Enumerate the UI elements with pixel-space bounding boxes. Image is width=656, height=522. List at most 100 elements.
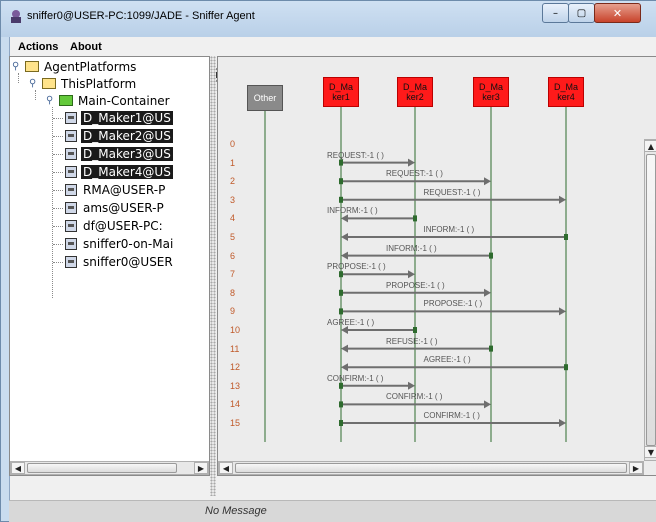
row-number: 5 <box>230 232 236 242</box>
menu-about[interactable]: About <box>70 41 102 53</box>
agent-name-line2: ker3 <box>482 92 500 102</box>
agent-name-line2: ker4 <box>557 92 575 102</box>
message-start-marker <box>339 196 343 203</box>
scroll-thumb[interactable] <box>27 463 177 473</box>
message-arrow[interactable] <box>339 270 415 279</box>
tree-node-main-container[interactable]: ⚲ Main-Container <box>46 92 172 109</box>
message-label: AGREE:-1 ( ) <box>327 318 375 327</box>
agent-name-line2: ker2 <box>406 92 424 102</box>
message-arrow[interactable] <box>341 251 493 260</box>
arrow-head <box>484 400 491 409</box>
agent-name-line1: D_Ma <box>553 82 578 92</box>
title-bar[interactable]: sniffer0@USER-PC:1099/JADE - Sniffer Age… <box>1 1 656 37</box>
tree-node-agent[interactable]: ams@USER-P <box>65 199 166 216</box>
agent-box-label: D_Ma ker1 <box>329 82 353 102</box>
arrow-head <box>559 307 566 316</box>
agent-name-line1: D_Ma <box>328 82 353 92</box>
minimize-icon: – <box>553 7 558 19</box>
tree-label: sniffer0-on-Mai <box>83 236 174 251</box>
tree-line <box>53 136 63 137</box>
row-number: 6 <box>230 250 236 261</box>
window-title: sniffer0@USER-PC:1099/JADE - Sniffer Age… <box>27 10 255 22</box>
agent-box-d_maker4[interactable]: D_Ma ker4 <box>548 77 584 107</box>
row-number: 0 <box>230 139 236 149</box>
message-start-marker <box>339 382 343 389</box>
tree-line <box>53 118 63 119</box>
message-arrow[interactable] <box>341 214 417 223</box>
message-arrow[interactable] <box>339 381 415 390</box>
row-number: 12 <box>230 362 241 373</box>
agent-box-d_maker1[interactable]: D_Ma ker1 <box>323 77 359 107</box>
message-arrow[interactable] <box>339 158 415 167</box>
tree-node-agent-platforms[interactable]: ⚲ AgentPlatforms <box>12 58 138 75</box>
maximize-button[interactable]: ▢ <box>568 3 595 23</box>
status-message: No Message <box>205 505 267 517</box>
agent-name-line1: D_Ma <box>478 82 503 92</box>
canvas-vertical-scrollbar[interactable]: ▲ ▼ <box>644 139 656 461</box>
agent-icon <box>65 201 77 214</box>
agent-icon <box>65 237 77 250</box>
sniffer-canvas-pane[interactable]: Other D_Ma ker1 D_Ma ker2 D_Ma ker3 D_Ma ker4 0 1 2… <box>217 56 656 476</box>
message-start-marker <box>489 345 493 352</box>
scroll-down-icon[interactable]: ▼ <box>644 446 656 458</box>
message-arrow[interactable] <box>339 195 566 204</box>
tree-node-agent[interactable]: sniffer0-on-Mai <box>65 235 175 252</box>
agent-name-line1: Other <box>253 93 277 103</box>
agent-box-d_maker3[interactable]: D_Ma ker3 <box>473 77 509 107</box>
folder-icon <box>42 78 56 89</box>
tree-label: RMA@USER-P <box>83 182 166 197</box>
sniffer-window: sniffer0@USER-PC:1099/JADE - Sniffer Age… <box>0 0 656 522</box>
tree-node-agent[interactable]: df@USER-PC: <box>65 217 165 234</box>
message-label: REFUSE:-1 ( ) <box>386 336 438 346</box>
tree-node-agent[interactable]: RMA@USER-P <box>65 181 167 198</box>
expander-icon[interactable]: ⚲ <box>46 95 56 106</box>
canvas-horizontal-scrollbar[interactable]: ◀ ▶ <box>218 461 644 475</box>
scroll-thumb[interactable] <box>235 463 627 473</box>
tree-node-this-platform[interactable]: ⚲ ThisPlatform <box>29 75 138 92</box>
agent-name-line2: ker1 <box>332 92 350 102</box>
expander-icon[interactable]: ⚲ <box>12 61 22 72</box>
message-label: CONFIRM:-1 ( ) <box>327 373 384 383</box>
row-number: 10 <box>230 325 241 335</box>
tree-node-agent[interactable]: D_Maker4@US <box>65 163 173 180</box>
tree-horizontal-scrollbar[interactable]: ◀ ▶ <box>10 461 209 475</box>
tree-line <box>53 208 63 209</box>
message-arrow[interactable] <box>341 363 568 372</box>
tree-node-agent[interactable]: sniffer0@USER <box>65 253 175 270</box>
agent-box-label: Other <box>254 93 277 103</box>
agent-tree-pane[interactable]: ⚲ AgentPlatforms ⚲ ThisPlatform ⚲ Main-C… <box>9 56 210 476</box>
message-label: INFORM:-1 ( ) <box>386 243 437 253</box>
expander-icon[interactable]: ⚲ <box>29 78 39 89</box>
message-arrow[interactable] <box>339 419 566 427</box>
scroll-left-icon[interactable]: ◀ <box>219 462 233 474</box>
message-arrow[interactable] <box>341 233 568 241</box>
agent-box-other[interactable]: Other <box>247 85 283 111</box>
message-arrow[interactable] <box>341 326 417 334</box>
tree-node-agent[interactable]: D_Maker2@US <box>65 127 173 144</box>
agent-icon <box>65 219 77 232</box>
agent-icon <box>65 183 77 196</box>
message-label: AGREE:-1 ( ) <box>423 355 471 365</box>
menu-actions[interactable]: Actions <box>18 41 58 53</box>
tree-node-agent[interactable]: D_Maker1@US <box>65 109 173 126</box>
message-label: REQUEST:-1 ( ) <box>423 187 481 197</box>
agent-box-label: D_Ma ker4 <box>554 82 578 102</box>
arrow-head <box>341 251 348 260</box>
agent-box-d_maker2[interactable]: D_Ma ker2 <box>397 77 433 107</box>
arrow-head <box>408 270 415 279</box>
scroll-left-icon[interactable]: ◀ <box>11 462 25 474</box>
minimize-button[interactable]: – <box>542 3 569 23</box>
row-number: 11 <box>230 343 240 354</box>
scroll-right-icon[interactable]: ▶ <box>194 462 208 474</box>
tree-node-agent[interactable]: D_Maker3@US <box>65 145 173 162</box>
close-button[interactable]: ✕ <box>594 3 641 23</box>
scroll-right-icon[interactable]: ▶ <box>629 462 643 474</box>
scroll-up-icon[interactable]: ▲ <box>644 140 656 152</box>
message-arrow[interactable] <box>341 344 493 353</box>
agent-icon <box>65 255 77 268</box>
tree-label: AgentPlatforms <box>44 59 137 74</box>
scroll-thumb[interactable] <box>646 154 656 446</box>
row-number: 7 <box>230 269 236 280</box>
split-divider[interactable] <box>210 56 216 496</box>
message-arrow[interactable] <box>339 307 566 316</box>
